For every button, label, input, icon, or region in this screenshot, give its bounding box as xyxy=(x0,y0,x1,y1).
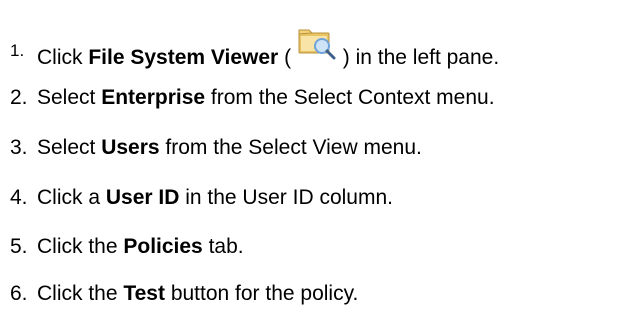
step-text-post: button for the policy. xyxy=(164,282,359,305)
step-keyword: Test xyxy=(123,282,165,305)
step-text-pre: Click a xyxy=(37,186,106,209)
step-text-pre: Click the xyxy=(37,235,124,258)
step-6: 6. Click the Test button for the policy. xyxy=(10,282,358,306)
step-text-pre: Select xyxy=(37,86,102,109)
step-3: 3. Select Users from the Select View menu… xyxy=(10,136,422,160)
step-number: 6. xyxy=(10,282,28,305)
step-text-pre: Click the xyxy=(37,282,124,305)
step-4: 4. Click a User ID in the User ID column. xyxy=(10,186,393,210)
step-keyword: File System Viewer xyxy=(88,46,279,69)
step-keyword: Enterprise xyxy=(101,86,206,109)
step-text-post: tab. xyxy=(202,235,244,258)
step-2: 2. Select Enterprise from the Select Cont… xyxy=(10,86,495,110)
step-text-mid: ( xyxy=(278,46,297,69)
step-keyword: User ID xyxy=(105,186,180,209)
step-1: 1. Click File System Viewer ( ) in the le… xyxy=(10,29,500,72)
step-text-post: in the User ID column. xyxy=(179,186,393,209)
step-text-post: from the Select View menu. xyxy=(159,136,422,159)
folder-magnifier-icon xyxy=(297,24,337,62)
step-number: 1. xyxy=(10,41,25,60)
step-keyword: Users xyxy=(101,136,160,159)
step-number: 3. xyxy=(10,136,28,159)
instruction-steps: 1. Click File System Viewer ( ) in the le… xyxy=(0,0,622,311)
step-text-post: ) in the left pane. xyxy=(336,46,500,69)
step-text-post: from the Select Context menu. xyxy=(205,86,495,109)
step-text-pre: Click xyxy=(37,46,89,69)
step-number: 5. xyxy=(10,235,28,258)
step-number: 4. xyxy=(10,186,28,209)
step-text-pre: Select xyxy=(37,136,102,159)
step-number: 2. xyxy=(10,86,28,109)
step-keyword: Policies xyxy=(123,235,203,258)
step-5: 5. Click the Policies tab. xyxy=(10,235,244,259)
